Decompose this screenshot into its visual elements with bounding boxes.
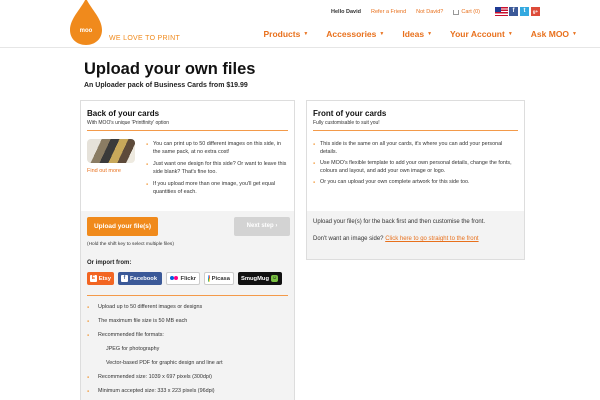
back-panel-title: Back of your cards [87, 109, 160, 118]
moo-logo[interactable]: moo [68, 0, 104, 46]
nav-accessories[interactable]: Accessories ▼ [326, 29, 384, 39]
next-step-button[interactable]: Next step › [234, 217, 290, 236]
nav-ideas[interactable]: Ideas ▼ [402, 29, 432, 39]
divider [87, 130, 288, 131]
import-label: SmugMug [241, 275, 270, 282]
list-item: Use MOO's flexible template to add your … [313, 159, 518, 175]
main-nav: Products ▼ Accessories ▼ Ideas ▼ Your Ac… [264, 29, 578, 39]
facebook-icon[interactable]: f [509, 7, 518, 16]
not-user-link[interactable]: Not David? [416, 9, 443, 15]
list-item: If you upload more than one image, you'l… [146, 180, 289, 196]
tagline: WE LOVE TO PRINT [109, 35, 181, 42]
page-subtitle: An Uploader pack of Business Cards from … [84, 82, 248, 89]
refer-friend-link[interactable]: Refer a Friend [371, 9, 406, 15]
front-bullets: This side is the same on all your cards,… [313, 140, 518, 189]
upload-files-button[interactable]: Upload your file(s) [87, 217, 158, 236]
divider [313, 130, 518, 131]
chevron-down-icon: ▼ [507, 31, 513, 37]
import-picasa-button[interactable]: Picasa [204, 272, 234, 285]
cart-link[interactable]: Cart (0) [453, 9, 480, 15]
list-item: Or you can upload your own complete artw… [313, 178, 518, 186]
list-item: Just want one design for this side? Or w… [146, 160, 289, 176]
front-panel-subtitle: Fully customisable to suit you! [313, 120, 380, 126]
back-info-section: Back of your cards With MOO's unique 'Pr… [81, 101, 294, 211]
nav-label: Accessories [326, 29, 377, 39]
chevron-down-icon: ▼ [572, 31, 577, 37]
chevron-down-icon: ▼ [379, 31, 385, 37]
facebook-icon: f [121, 275, 128, 282]
list-item: JPEG for photography [106, 346, 160, 352]
chevron-right-icon: › [275, 223, 278, 229]
front-info-section: Front of your cards Fully customisable t… [307, 101, 524, 211]
find-out-more-link[interactable]: Find out more [87, 168, 121, 174]
list-item: Minimum accepted size: 333 x 223 pixels … [87, 388, 287, 395]
list-item: This side is the same on all your cards,… [313, 140, 518, 156]
skip-image-text: Don't want an image side? [313, 236, 384, 242]
etsy-icon: E [90, 275, 97, 282]
nav-your-account[interactable]: Your Account ▼ [450, 29, 513, 39]
chevron-down-icon: ▼ [427, 31, 433, 37]
nav-label: Your Account [450, 29, 505, 39]
import-sources: E Etsy f Facebook Flickr Picasa SmugMug … [87, 272, 282, 285]
picasa-icon [208, 275, 210, 282]
import-etsy-button[interactable]: E Etsy [87, 272, 114, 285]
list-item: Recommended file formats: [87, 332, 287, 339]
page-title: Upload your own files [84, 60, 256, 78]
nav-ask-moo[interactable]: Ask MOO ▼ [531, 29, 577, 39]
import-facebook-button[interactable]: f Facebook [118, 272, 162, 285]
nav-label: Ideas [402, 29, 425, 39]
twitter-icon[interactable]: t [520, 7, 529, 16]
site-header: moo WE LOVE TO PRINT Hello David Refer a… [0, 0, 600, 48]
account-bar: Hello David Refer a Friend Not David? Ca… [331, 9, 480, 15]
list-item: You can print up to 50 different images … [146, 140, 289, 156]
front-instruction: Upload your file(s) for the back first a… [313, 219, 486, 225]
next-step-label: Next step [246, 223, 274, 229]
multi-select-hint: (Hold the shift key to select multiple f… [87, 242, 174, 247]
sample-cards-image [87, 139, 135, 163]
import-flickr-button[interactable]: Flickr [166, 272, 200, 285]
nav-label: Ask MOO [530, 29, 570, 39]
import-label: Picasa [211, 275, 230, 282]
logo-text: moo [79, 28, 93, 34]
import-label: Flickr [180, 275, 196, 282]
front-panel-title: Front of your cards [313, 109, 387, 118]
cart-icon [453, 9, 460, 15]
import-label: Facebook [130, 275, 158, 282]
back-bullets: You can print up to 50 different images … [146, 140, 289, 200]
import-label: Etsy [98, 275, 111, 282]
front-of-cards-panel: Front of your cards Fully customisable t… [306, 100, 525, 260]
import-smugmug-button[interactable]: SmugMug ☺ [238, 272, 282, 285]
us-flag-icon [495, 7, 509, 16]
googleplus-icon[interactable]: g+ [531, 7, 540, 16]
list-item: Recommended size: 1039 x 697 pixels (300… [87, 374, 287, 381]
list-item: The maximum file size is 50 MB each [87, 318, 287, 325]
back-panel-subtitle: With MOO's unique 'Printfinity' option [87, 120, 170, 126]
chevron-down-icon: ▼ [303, 31, 309, 37]
go-to-front-link[interactable]: Click here to go straight to the front [385, 236, 478, 242]
back-of-cards-panel: Back of your cards With MOO's unique 'Pr… [80, 100, 295, 400]
nav-products[interactable]: Products ▼ [264, 29, 309, 39]
flickr-icon [170, 275, 179, 282]
cart-label: Cart (0) [461, 9, 480, 15]
list-item: Upload up to 50 different images or desi… [87, 304, 287, 311]
skip-image-note: Don't want an image side? Click here to … [313, 236, 479, 242]
smugmug-icon: ☺ [271, 275, 279, 282]
list-item: Vector-based PDF for graphic design and … [106, 360, 223, 366]
divider [87, 295, 288, 296]
social-links: f t g+ [509, 7, 540, 16]
greeting: Hello David [331, 9, 361, 15]
nav-label: Products [263, 29, 301, 39]
file-specs-list: Upload up to 50 different images or desi… [87, 304, 287, 400]
moo-drop-icon [70, 0, 102, 45]
import-heading: Or import from: [87, 260, 132, 266]
